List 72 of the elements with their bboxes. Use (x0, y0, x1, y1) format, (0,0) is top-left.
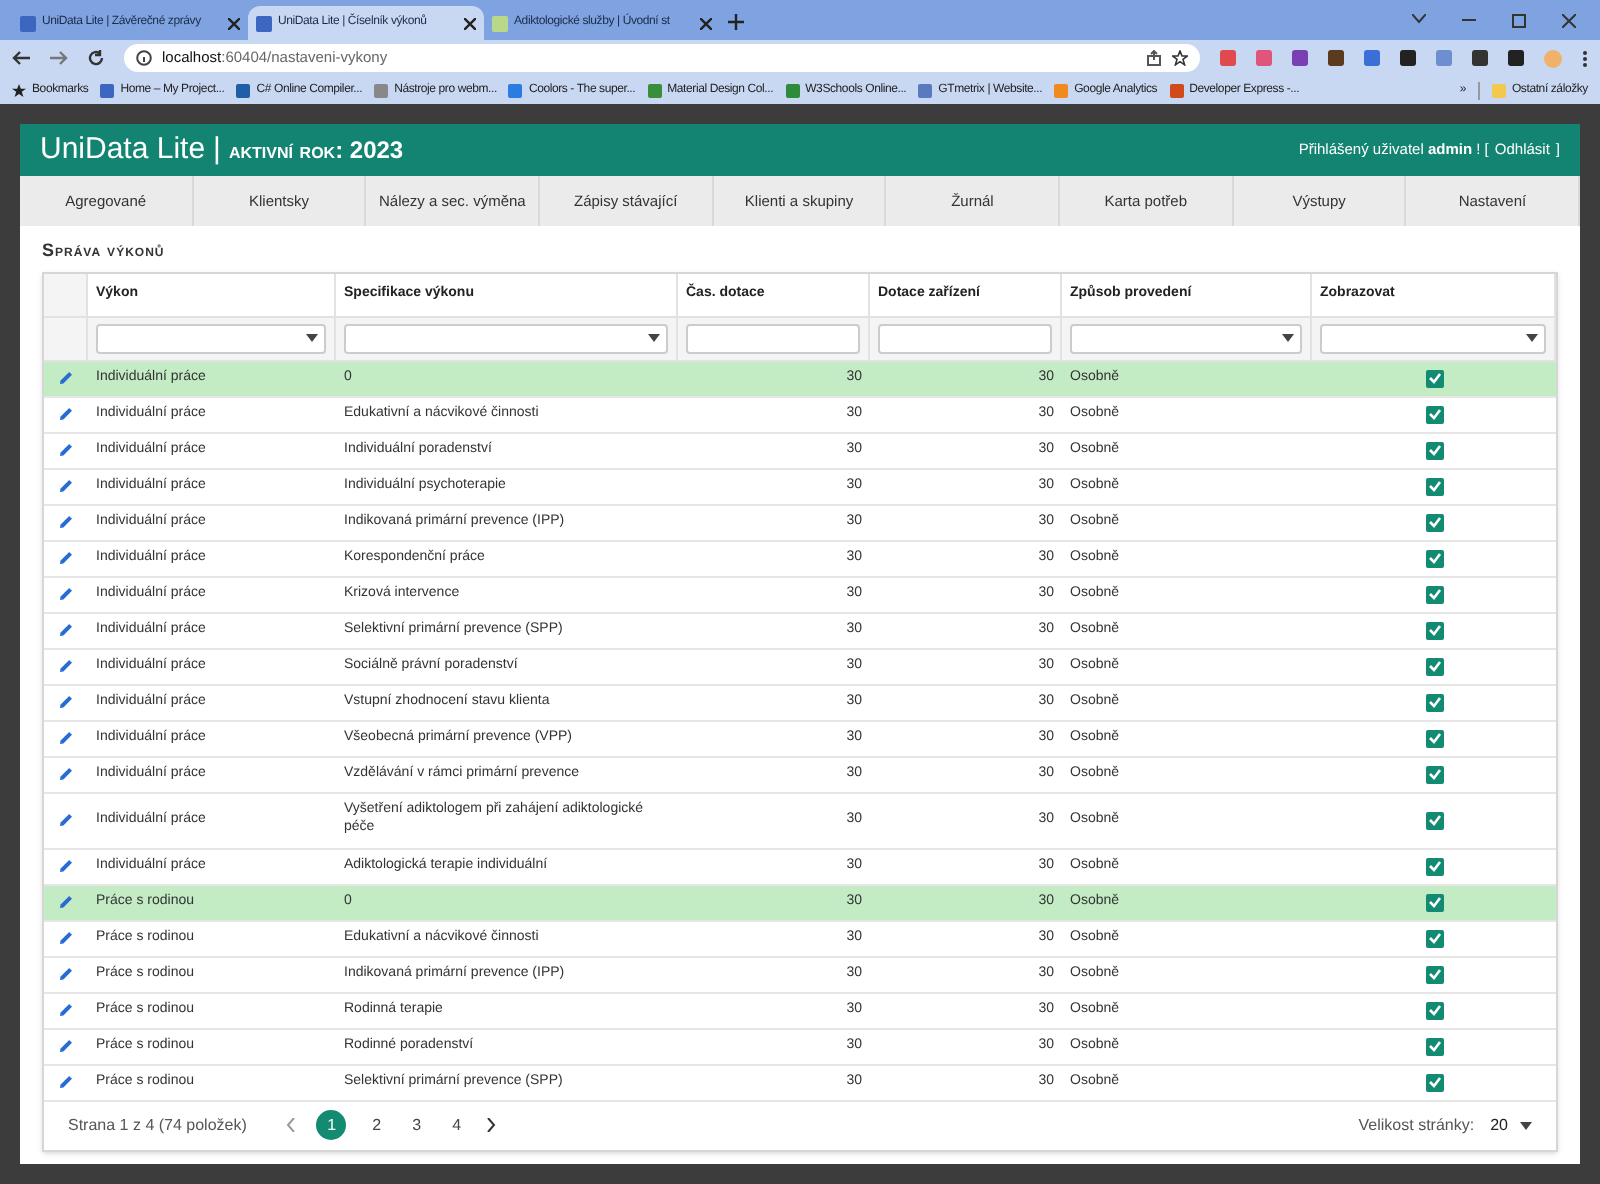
pencil-icon[interactable] (58, 622, 74, 638)
chevron-right-icon[interactable] (486, 1118, 497, 1132)
active-year: aktivní rok: 2023 (228, 133, 404, 168)
dropdown-arrow-icon (1520, 1121, 1532, 1129)
bookmark-icon (918, 83, 933, 97)
page-button[interactable]: 1 (316, 1110, 347, 1140)
page-size-dropdown[interactable]: 20 (1490, 1113, 1532, 1137)
bookmark-icon (647, 83, 662, 97)
pencil-icon[interactable] (58, 442, 74, 458)
share-icon[interactable] (1146, 50, 1162, 66)
pencil-icon[interactable] (58, 406, 74, 422)
folder-icon (1491, 83, 1506, 97)
back-icon[interactable] (12, 50, 30, 66)
minimize-icon[interactable] (1462, 14, 1476, 24)
bookmark-icon (374, 83, 389, 97)
page-button[interactable]: 3 (406, 1113, 427, 1137)
star-icon[interactable] (1172, 50, 1188, 66)
plus-icon[interactable] (728, 14, 744, 30)
extension-icon[interactable] (1508, 50, 1524, 66)
filter-input-field[interactable] (686, 323, 860, 353)
dropdown-arrow-icon (1526, 334, 1538, 342)
forward-icon[interactable] (50, 50, 68, 66)
page-info: Strana 1 z 4 (74 položek) (68, 1113, 247, 1137)
pencil-icon[interactable] (58, 858, 74, 874)
extension-icon[interactable] (1472, 50, 1488, 66)
bookmark-icon (1169, 83, 1184, 97)
pencil-icon[interactable] (58, 658, 74, 674)
page-size-label: Velikost stránky: (1358, 1113, 1475, 1137)
maximize-icon[interactable] (1512, 14, 1526, 28)
chevron-down-icon[interactable] (1412, 14, 1426, 24)
more-icon[interactable] (1582, 49, 1588, 67)
pencil-icon[interactable] (58, 694, 74, 710)
close-icon[interactable] (1562, 14, 1576, 28)
bookmark-icon (236, 83, 251, 97)
extension-icon[interactable] (1400, 50, 1416, 66)
pencil-icon[interactable] (58, 766, 74, 782)
pencil-icon[interactable] (58, 1038, 74, 1054)
separator-text: | (213, 129, 221, 170)
reload-icon[interactable] (88, 50, 104, 66)
close-icon[interactable] (700, 17, 712, 29)
info-icon (136, 50, 152, 66)
page-icon (256, 15, 272, 31)
page-button[interactable]: 2 (366, 1113, 387, 1137)
bookmark-icon (100, 83, 115, 97)
pencil-icon[interactable] (58, 370, 74, 386)
chevron-left-icon[interactable] (286, 1118, 297, 1132)
star-icon (12, 83, 26, 97)
pencil-icon[interactable] (58, 930, 74, 946)
pencil-icon[interactable] (58, 1002, 74, 1018)
bookmark-icon (508, 83, 523, 97)
filter-input-field[interactable] (878, 323, 1052, 353)
page-button[interactable]: 4 (446, 1113, 467, 1137)
pencil-icon[interactable] (58, 812, 74, 828)
page-icon (492, 15, 508, 31)
close-icon[interactable] (464, 17, 476, 29)
app-title: UniData Lite (40, 129, 206, 170)
pencil-icon[interactable] (58, 1074, 74, 1090)
pencil-icon[interactable] (58, 894, 74, 910)
pencil-icon[interactable] (58, 550, 74, 566)
page-title: Správa výkonů (42, 238, 167, 264)
dropdown-arrow-icon (648, 334, 660, 342)
bookmark-icon (1054, 83, 1069, 97)
pencil-icon[interactable] (58, 478, 74, 494)
close-icon[interactable] (228, 17, 240, 29)
pencil-icon[interactable] (58, 730, 74, 746)
dropdown-arrow-icon (1282, 334, 1294, 342)
dropdown-arrow-icon (306, 334, 318, 342)
bookmark-icon (785, 83, 800, 97)
page-icon (20, 15, 36, 31)
pencil-icon[interactable] (58, 586, 74, 602)
pencil-icon[interactable] (58, 514, 74, 530)
pencil-icon[interactable] (58, 966, 74, 982)
